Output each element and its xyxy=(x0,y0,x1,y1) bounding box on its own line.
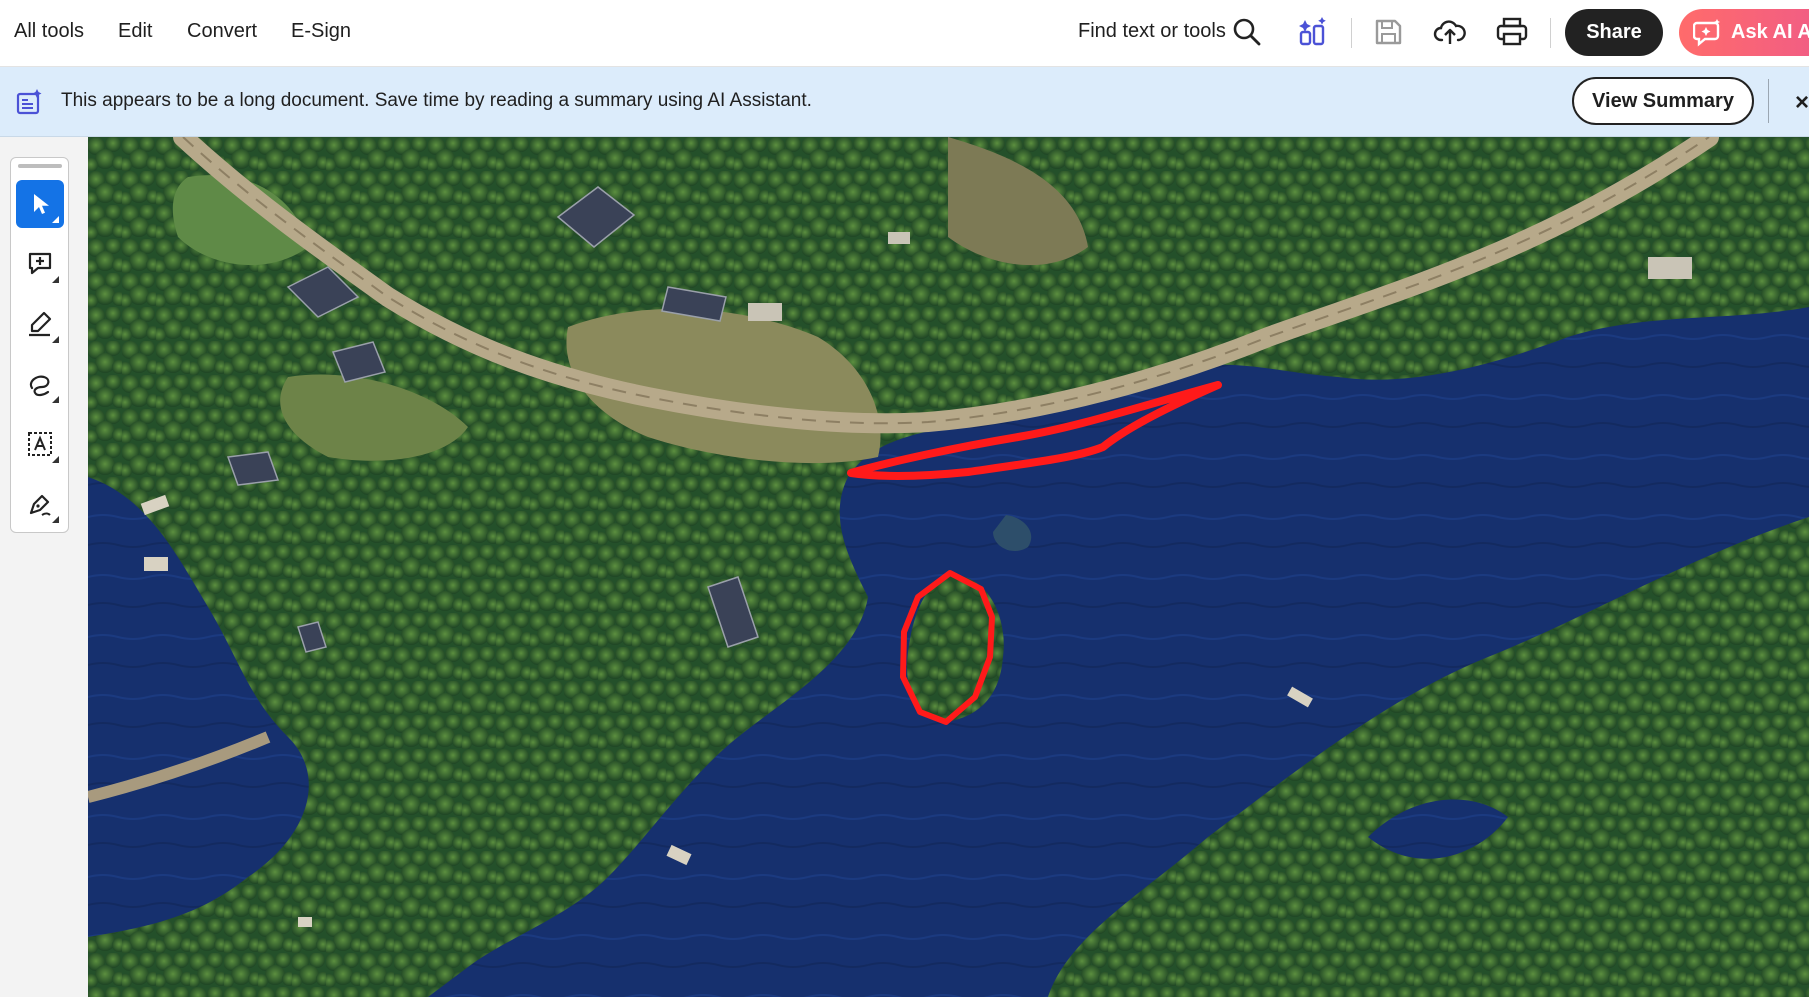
banner-message: This appears to be a long document. Save… xyxy=(61,90,812,111)
ai-assistant-icon xyxy=(1693,18,1720,47)
fill-sign-tool[interactable] xyxy=(16,480,64,528)
aerial-image xyxy=(88,137,1809,997)
ai-summary-banner: This appears to be a long document. Save… xyxy=(0,67,1809,137)
find-text-or-tools[interactable]: Find text or tools xyxy=(1078,20,1226,43)
menu-all-tools[interactable]: All tools xyxy=(14,20,84,43)
ask-ai-label: Ask AI As xyxy=(1731,21,1809,43)
draw-tool[interactable] xyxy=(16,360,64,408)
cursor-arrow-icon xyxy=(34,194,49,214)
close-icon[interactable]: × xyxy=(1795,89,1809,117)
save-icon[interactable] xyxy=(1370,14,1406,50)
freehand-loop-icon xyxy=(29,375,50,397)
tool-rail xyxy=(10,157,69,533)
print-icon[interactable] xyxy=(1494,14,1530,50)
ai-generate-icon[interactable] xyxy=(1295,14,1331,50)
highlighter-icon xyxy=(29,311,52,337)
ask-ai-assistant-button[interactable]: Ask AI As xyxy=(1679,9,1809,56)
document-viewport[interactable] xyxy=(88,137,1809,997)
ai-summary-icon xyxy=(15,88,43,116)
menu-convert[interactable]: Convert xyxy=(187,20,257,43)
menu-edit[interactable]: Edit xyxy=(118,20,152,43)
pen-nib-icon xyxy=(29,494,51,516)
view-summary-button[interactable]: View Summary xyxy=(1572,77,1754,125)
share-button[interactable]: Share xyxy=(1565,9,1663,56)
comment-plus-icon xyxy=(28,252,52,275)
top-toolbar: All tools Edit Convert E-Sign Find text … xyxy=(0,0,1809,67)
rail-drag-handle[interactable] xyxy=(18,164,62,168)
cloud-upload-icon[interactable] xyxy=(1432,14,1468,50)
text-select-tool[interactable] xyxy=(16,420,64,468)
add-comment-tool[interactable] xyxy=(16,240,64,288)
select-tool[interactable] xyxy=(16,180,64,228)
text-box-icon xyxy=(28,432,52,456)
search-icon[interactable] xyxy=(1229,14,1265,50)
menu-esign[interactable]: E-Sign xyxy=(291,20,351,43)
highlight-tool[interactable] xyxy=(16,300,64,348)
